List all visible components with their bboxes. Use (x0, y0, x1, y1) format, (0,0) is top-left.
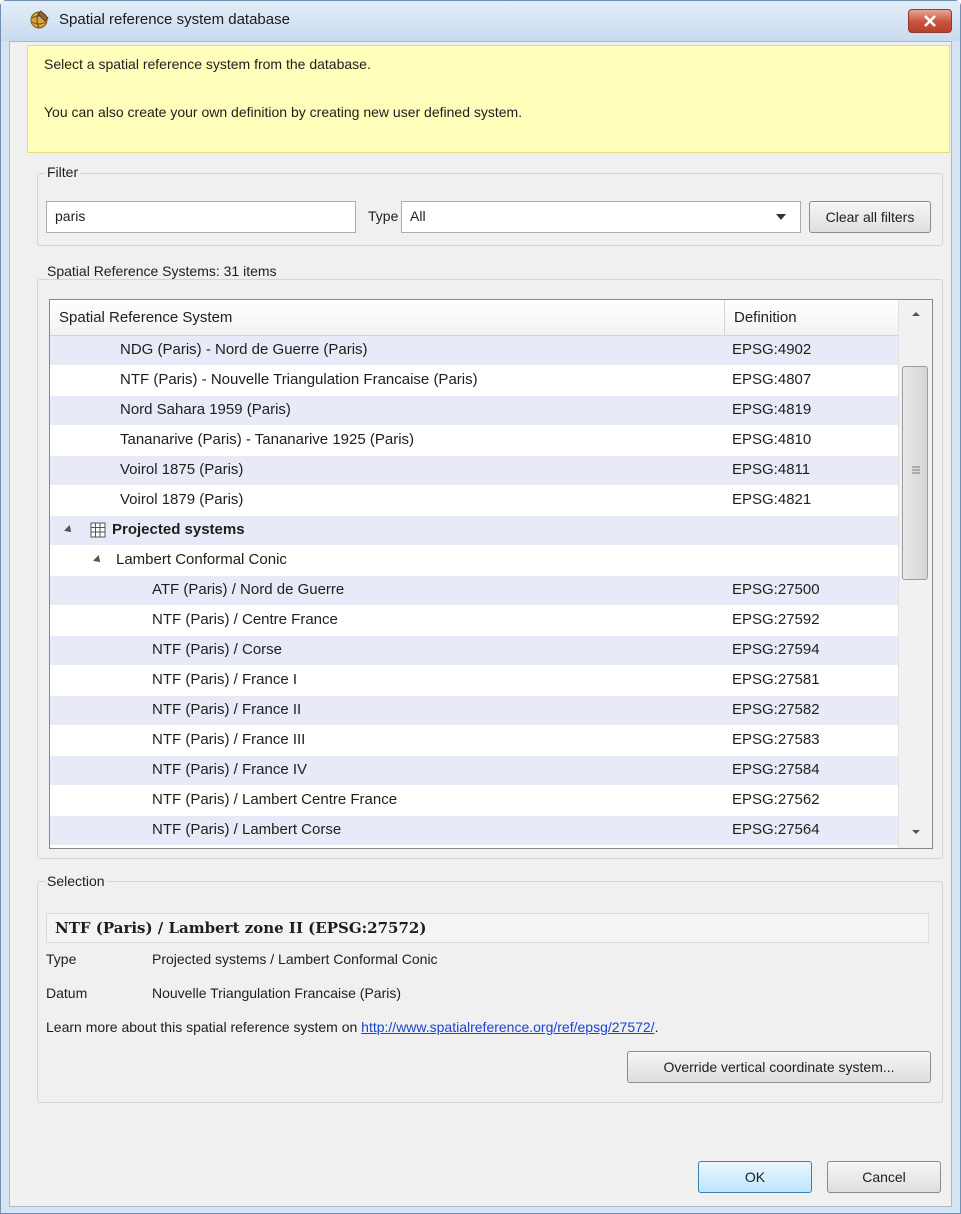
header-divider (724, 300, 725, 336)
ok-button[interactable]: OK (698, 1161, 812, 1193)
srs-name: Voirol 1875 (Paris) (120, 461, 244, 478)
dialog-window: Spatial reference system database Select… (0, 0, 961, 1214)
srs-definition: EPSG:27500 (732, 581, 820, 598)
search-input-value: paris (55, 208, 86, 224)
srs-definition: EPSG:4819 (732, 401, 812, 418)
search-input[interactable]: paris (46, 201, 356, 233)
srs-row[interactable]: NTF (Paris) / Lambert Centre France EPSG:… (50, 786, 898, 815)
window-title: Spatial reference system database (59, 11, 290, 28)
tree-subgroup-row[interactable]: Lambert Conformal Conic (50, 546, 898, 575)
srs-row[interactable]: NTF (Paris) / France IV EPSG:27584 (50, 756, 898, 785)
scroll-down-icon[interactable] (911, 828, 921, 836)
type-label: Type (368, 208, 399, 224)
close-icon (924, 15, 936, 27)
hint-box: Select a spatial reference system from t… (27, 45, 950, 153)
chevron-down-icon (776, 214, 786, 220)
selection-type-value: Projected systems / Lambert Conformal Co… (152, 951, 438, 967)
srs-definition: EPSG:4902 (732, 341, 812, 358)
type-select-value: All (410, 208, 426, 224)
cancel-button[interactable]: Cancel (827, 1161, 941, 1193)
srs-row[interactable]: NTF (Paris) / France II EPSG:27582 (50, 696, 898, 725)
learn-more-line: Learn more about this spatial reference … (46, 1019, 658, 1035)
srs-rows: NDG (Paris) - Nord de Guerre (Paris) EPSG… (50, 336, 898, 848)
srs-group-title: Spatial Reference Systems: 31 items (45, 263, 279, 279)
srs-definition: EPSG:4807 (732, 371, 812, 388)
srs-name: NTF (Paris) / Lambert Centre France (152, 791, 398, 808)
srs-definition: EPSG:27562 (732, 791, 820, 808)
tree-group-row[interactable]: Projected systems (50, 516, 898, 545)
srs-name: NTF (Paris) / France III (152, 731, 306, 748)
srs-name: Nord Sahara 1959 (Paris) (120, 401, 291, 418)
scrollbar-thumb[interactable] (902, 366, 928, 580)
column-header-srs[interactable]: Spatial Reference System (59, 309, 232, 326)
srs-row[interactable]: Voirol 1875 (Paris) EPSG:4811 (50, 456, 898, 485)
table-grid-icon (90, 522, 106, 538)
selection-datum-value: Nouvelle Triangulation Francaise (Paris) (152, 985, 401, 1001)
srs-definition: EPSG:4811 (732, 461, 811, 478)
srs-name: Voirol 1879 (Paris) (120, 491, 244, 508)
srs-name: NTF (Paris) / Corse (152, 641, 283, 658)
srs-name: NTF (Paris) / France I (152, 671, 298, 688)
type-select[interactable]: All (401, 201, 801, 233)
srs-name: Projected systems (112, 521, 245, 538)
srs-row[interactable]: NTF (Paris) / Corse EPSG:27594 (50, 636, 898, 665)
filter-group-title: Filter (45, 164, 81, 180)
selected-srs-name: NTF (Paris) / Lambert zone II (EPSG:2757… (46, 913, 929, 943)
srs-name: NTF (Paris) / France II (152, 701, 302, 718)
srs-definition: EPSG:27592 (732, 611, 820, 628)
learn-more-text: Learn more about this spatial reference … (46, 1019, 362, 1035)
selection-type-label: Type (46, 951, 77, 967)
spatialreference-link[interactable]: http://www.spatialreference.org/ref/epsg… (361, 1019, 654, 1035)
learn-more-suffix: . (654, 1019, 659, 1035)
srs-definition: EPSG:4810 (732, 431, 812, 448)
srs-row[interactable]: NTF (Paris) / Centre France EPSG:27592 (50, 606, 898, 635)
expand-arrow-icon[interactable] (93, 555, 103, 565)
srs-row[interactable]: Voirol 1879 (Paris) EPSG:4821 (50, 486, 898, 515)
srs-name: Tananarive (Paris) - Tananarive 1925 (Pa… (120, 431, 415, 448)
selection-datum-label: Datum (46, 985, 88, 1001)
scroll-up-icon[interactable] (911, 310, 921, 318)
expand-arrow-icon[interactable] (64, 525, 74, 535)
srs-row[interactable]: NTF (Paris) / France III EPSG:27583 (50, 726, 898, 755)
srs-definition: EPSG:27582 (732, 701, 820, 718)
hint-line-1: Select a spatial reference system from t… (44, 56, 371, 72)
title-bar[interactable]: Spatial reference system database (1, 1, 960, 41)
srs-row[interactable]: NTF (Paris) / Lambert Nord FranceEPSG:27… (50, 846, 898, 848)
selection-group-title: Selection (45, 873, 107, 889)
srs-row[interactable]: ATF (Paris) / Nord de Guerre EPSG:27500 (50, 576, 898, 605)
srs-row[interactable]: NTF (Paris) / Lambert Corse EPSG:27564 (50, 816, 898, 845)
srs-name: NTF (Paris) / France IV (152, 761, 308, 778)
grip-icon (912, 466, 920, 474)
srs-definition: EPSG:4821 (732, 491, 812, 508)
srs-row[interactable]: Tananarive (Paris) - Tananarive 1925 (Pa… (50, 426, 898, 455)
srs-row[interactable]: NTF (Paris) / France I EPSG:27581 (50, 666, 898, 695)
srs-row[interactable]: NDG (Paris) - Nord de Guerre (Paris) EPSG… (50, 336, 898, 365)
close-button[interactable] (908, 9, 952, 33)
srs-definition: EPSG:27583 (732, 731, 820, 748)
override-vertical-crs-button[interactable]: Override vertical coordinate system... (627, 1051, 931, 1083)
srs-name: NTF (Paris) - Nouvelle Triangulation Fra… (120, 371, 478, 388)
srs-tree-list[interactable]: Spatial Reference System Definition NDG … (49, 299, 933, 849)
clear-filters-button[interactable]: Clear all filters (809, 201, 931, 233)
srs-definition: EPSG:27581 (732, 671, 820, 688)
srs-name: NTF (Paris) / Lambert Corse (152, 821, 342, 838)
srs-definition: EPSG:27594 (732, 641, 820, 658)
srs-name: NDG (Paris) - Nord de Guerre (Paris) (120, 341, 368, 358)
hint-line-2: You can also create your own definition … (44, 104, 523, 120)
globe-icon (30, 10, 49, 29)
srs-row[interactable]: NTF (Paris) - Nouvelle Triangulation Fra… (50, 366, 898, 395)
srs-definition: EPSG:27564 (732, 821, 820, 838)
vertical-scrollbar[interactable] (898, 300, 932, 848)
srs-name: NTF (Paris) / Centre France (152, 611, 338, 628)
srs-row[interactable]: Nord Sahara 1959 (Paris) EPSG:4819 (50, 396, 898, 425)
column-header-definition[interactable]: Definition (734, 309, 797, 326)
srs-name: Lambert Conformal Conic (116, 551, 287, 568)
list-header: Spatial Reference System Definition (50, 300, 932, 336)
srs-name: ATF (Paris) / Nord de Guerre (152, 581, 345, 598)
srs-definition: EPSG:27584 (732, 761, 820, 778)
